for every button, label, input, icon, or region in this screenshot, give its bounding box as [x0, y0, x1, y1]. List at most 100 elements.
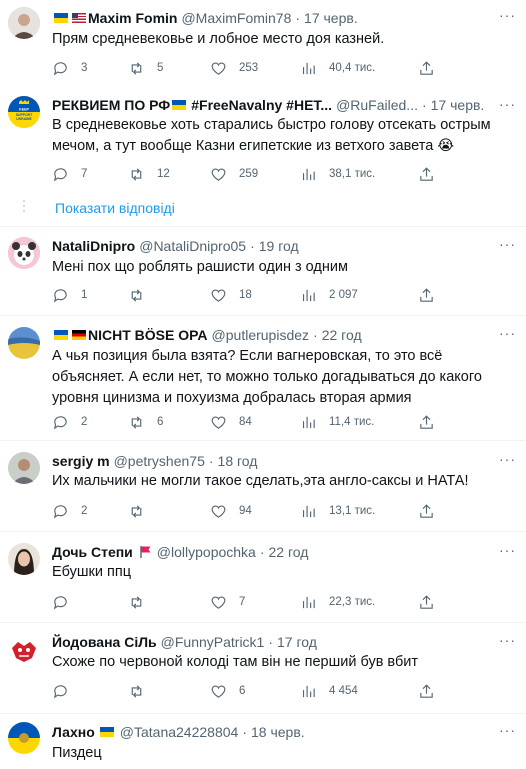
more-options-icon[interactable]: ···	[499, 96, 516, 112]
author-name[interactable]: NataliDnipro	[52, 236, 135, 256]
share-button[interactable]	[418, 412, 447, 432]
like-button[interactable]: 94	[210, 501, 252, 521]
tweet[interactable]: KEEP SUPPORT UKRAINE РЕКВИЕМ ПО РФ #Free…	[0, 90, 526, 189]
share-button[interactable]	[418, 501, 447, 521]
like-button[interactable]: 259	[210, 164, 258, 184]
author-name[interactable]: sergiy m	[52, 451, 110, 471]
tweet-actions: 7 22,3 тис.	[52, 592, 526, 612]
tweet-text: Ебушки ппц	[52, 564, 132, 580]
share-icon	[420, 594, 433, 609]
author-name[interactable]: NICHT BÖSE OPA	[88, 325, 208, 345]
author-name-suffix[interactable]: #FreeNavalny #НЕТ...	[191, 95, 332, 115]
tweet[interactable]: sergiy m @petryshen75 · 18 год ··· Их ма…	[0, 440, 526, 532]
avatar[interactable]	[8, 722, 40, 754]
show-replies-link[interactable]: Показати відповіді	[55, 200, 175, 216]
views-button[interactable]: 38,1 тис.	[300, 164, 375, 184]
like-count: 84	[239, 416, 252, 428]
share-button[interactable]	[418, 164, 447, 184]
reply-button[interactable]: 3	[52, 58, 87, 78]
author-name[interactable]: РЕКВИЕМ ПО РФ	[52, 95, 170, 115]
author-handle[interactable]: @Tatana24228804	[120, 722, 239, 742]
reply-button[interactable]: 1	[52, 285, 87, 305]
retweet-icon	[131, 167, 142, 181]
avatar[interactable]	[8, 7, 40, 39]
tweet[interactable]: Maxim Fomin @MaximFomin78 · 17 черв. ···…	[0, 0, 526, 90]
views-button[interactable]: 2 097	[300, 285, 358, 305]
author-name[interactable]: Дочь Степи	[52, 542, 133, 562]
tweet[interactable]: NICHT BÖSE OPA @putlerupisdez · 22 год ·…	[0, 315, 526, 441]
more-options-icon[interactable]: ···	[499, 7, 516, 23]
more-options-icon[interactable]: ···	[499, 325, 516, 341]
more-options-icon[interactable]: ···	[499, 722, 516, 738]
timestamp[interactable]: 22 год	[322, 325, 362, 345]
more-options-icon[interactable]: ···	[499, 236, 516, 252]
timestamp[interactable]: 17 год	[277, 632, 317, 652]
avatar-photo	[8, 7, 40, 39]
thread-continuation	[23, 200, 25, 215]
share-button[interactable]	[418, 285, 447, 305]
like-button[interactable]: 6	[210, 681, 245, 701]
timestamp[interactable]: 19 год	[259, 236, 299, 256]
views-button[interactable]: 11,4 тис.	[300, 412, 374, 432]
views-button[interactable]: 40,4 тис.	[300, 58, 375, 78]
reply-button[interactable]	[52, 681, 81, 701]
author-handle[interactable]: @NataliDnipro05	[139, 236, 246, 256]
separator-dot: ·	[242, 724, 247, 740]
author-name[interactable]: Лахно	[52, 722, 95, 742]
like-button[interactable]: 253	[210, 58, 258, 78]
timestamp[interactable]: 17 черв.	[304, 8, 358, 28]
reply-button[interactable]: 2	[52, 501, 87, 521]
retweet-button[interactable]	[128, 285, 157, 305]
tweet[interactable]: Лахно @Tatana24228804 · 18 черв. ··· Пиз…	[0, 713, 526, 769]
share-button[interactable]	[418, 58, 447, 78]
author-handle[interactable]: @RuFailed...	[336, 95, 418, 115]
avatar-text: UKRAINE	[16, 117, 32, 121]
author-handle[interactable]: @MaximFomin78	[181, 8, 291, 28]
avatar[interactable]	[8, 237, 40, 269]
timestamp[interactable]: 18 черв.	[251, 722, 305, 742]
avatar[interactable]: KEEP SUPPORT UKRAINE	[8, 96, 40, 128]
more-options-icon[interactable]: ···	[499, 451, 516, 467]
retweet-button[interactable]: 12	[128, 164, 170, 184]
avatar[interactable]	[8, 327, 40, 359]
timestamp[interactable]: 18 год	[218, 451, 258, 471]
view-count: 11,4 тис.	[329, 416, 375, 428]
author-handle[interactable]: @lollypopochka	[157, 542, 256, 562]
views-button[interactable]: 22,3 тис.	[300, 592, 375, 612]
reply-button[interactable]: 7	[52, 164, 87, 184]
avatar[interactable]	[8, 452, 40, 484]
like-count: 6	[239, 685, 246, 697]
tweet[interactable]: Дочь Степи @lollypopochka · 22 год ··· Е…	[0, 531, 526, 623]
like-button[interactable]: 7	[210, 592, 245, 612]
author-handle[interactable]: @FunnyPatrick1	[161, 632, 265, 652]
share-button[interactable]	[418, 681, 447, 701]
reply-count: 3	[81, 62, 88, 74]
tweet[interactable]: Йодована СіЛь @FunnyPatrick1 · 17 год ··…	[0, 622, 526, 714]
views-button[interactable]: 4 454	[300, 681, 358, 701]
timestamp[interactable]: 17 черв.	[431, 95, 485, 115]
reply-button[interactable]: 2	[52, 412, 87, 432]
views-button[interactable]: 13,1 тис.	[300, 501, 375, 521]
avatar[interactable]	[8, 634, 40, 666]
author-handle[interactable]: @putlerupisdez	[212, 325, 310, 345]
separator-dot: ·	[295, 10, 301, 26]
timestamp[interactable]: 22 год	[269, 542, 309, 562]
retweet-button[interactable]	[128, 501, 157, 521]
retweet-button[interactable]: 6	[128, 412, 163, 432]
retweet-button[interactable]: 5	[128, 58, 163, 78]
retweet-button[interactable]	[128, 592, 157, 612]
avatar-red-creature	[8, 634, 40, 666]
author-name[interactable]: Йодована СіЛь	[52, 632, 157, 652]
share-button[interactable]	[418, 592, 447, 612]
avatar[interactable]	[8, 543, 40, 575]
more-options-icon[interactable]: ···	[499, 542, 516, 558]
author-name[interactable]: Maxim Fomin	[88, 8, 177, 28]
author-handle[interactable]: @petryshen75	[114, 451, 205, 471]
retweet-button[interactable]	[128, 681, 157, 701]
separator-dot: ·	[250, 238, 255, 254]
tweet[interactable]: NataliDnipro @NataliDnipro05 · 19 год ··…	[0, 227, 526, 316]
more-options-icon[interactable]: ···	[499, 632, 516, 648]
reply-button[interactable]	[52, 592, 81, 612]
like-button[interactable]: 18	[210, 285, 252, 305]
like-button[interactable]: 84	[210, 412, 252, 432]
